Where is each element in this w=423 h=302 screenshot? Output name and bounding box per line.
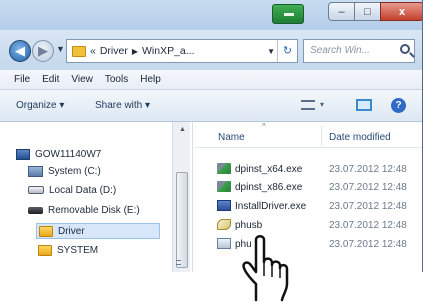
nav-item-computer[interactable]: GOW11140W7 xyxy=(16,146,101,162)
file-row[interactable]: InstallDriver.exe 23.07.2012 12:48 xyxy=(194,197,422,215)
pointing-hand-icon xyxy=(242,235,289,302)
refresh-button[interactable]: ↻ xyxy=(277,40,297,62)
usb-drive-icon xyxy=(28,206,43,214)
nav-item-label: System (C:) xyxy=(48,165,101,177)
search-input[interactable]: Search Win... xyxy=(303,39,415,63)
file-name: dpinst_x64.exe xyxy=(235,164,303,175)
nav-item-removable-disk-e[interactable]: Removable Disk (E:) xyxy=(28,202,140,218)
taskbar-green-button[interactable] xyxy=(272,4,304,24)
back-button[interactable]: ◀ xyxy=(9,40,31,62)
maximize-button[interactable]: □ xyxy=(354,2,381,21)
generic-file-icon xyxy=(217,238,231,249)
menu-bar: File Edit View Tools Help xyxy=(0,70,422,90)
exe-icon xyxy=(217,181,231,192)
nav-item-system-folder[interactable]: SYSTEM xyxy=(38,242,98,258)
catalog-icon xyxy=(217,219,231,230)
search-placeholder: Search Win... xyxy=(310,45,370,56)
system-drive-icon xyxy=(28,165,43,177)
menu-tools[interactable]: Tools xyxy=(105,74,128,85)
scrollbar-thumb[interactable] xyxy=(176,172,188,268)
view-options-icon[interactable] xyxy=(301,100,315,110)
scroll-up-arrow-icon[interactable]: ▲ xyxy=(179,126,186,133)
explorer-window: – □ x ◀ ▶ ▼ « Driver ▶ WinXP_a... ▼ ↻ Se… xyxy=(0,0,423,272)
local-drive-icon xyxy=(28,186,44,194)
share-with-button[interactable]: Share with ▾ xyxy=(95,100,150,111)
nav-pane-scrollbar[interactable]: ▲ xyxy=(172,122,190,272)
address-dropdown-icon[interactable]: ▼ xyxy=(267,47,275,56)
scrollbar-grip-icon xyxy=(176,260,181,265)
navigation-pane: GOW11140W7 System (C:) Local Data (D:) R… xyxy=(0,122,193,272)
file-name: InstallDriver.exe xyxy=(235,201,307,212)
file-row[interactable]: dpinst_x86.exe 23.07.2012 12:48 xyxy=(194,178,422,196)
sort-ascending-icon: ^ xyxy=(262,122,266,131)
breadcrumb-driver[interactable]: Driver xyxy=(100,45,128,57)
menu-help[interactable]: Help xyxy=(140,74,161,85)
search-icon[interactable] xyxy=(400,44,410,54)
file-date: 23.07.2012 12:48 xyxy=(329,164,407,175)
column-divider[interactable] xyxy=(321,126,322,146)
minimize-button[interactable]: – xyxy=(328,2,355,21)
address-overflow[interactable]: « xyxy=(90,45,96,57)
forward-button[interactable]: ▶ xyxy=(32,40,54,62)
breadcrumb-winxp[interactable]: WinXP_a... xyxy=(142,45,195,57)
file-row[interactable]: phu 23.07.2012 12:48 xyxy=(194,235,422,253)
file-date: 23.07.2012 12:48 xyxy=(329,220,407,231)
nav-item-driver[interactable]: Driver xyxy=(36,223,160,239)
nav-item-label: SYSTEM xyxy=(57,244,99,256)
organize-button[interactable]: Organize ▾ xyxy=(16,100,64,111)
nav-item-label: GOW11140W7 xyxy=(35,148,102,160)
column-header-row: ^ Name Date modified xyxy=(194,122,422,148)
view-dropdown-icon[interactable]: ▾ xyxy=(320,100,324,109)
address-row: ◀ ▶ ▼ « Driver ▶ WinXP_a... ▼ ↻ Search W… xyxy=(0,30,422,70)
recent-pages-dropdown-icon[interactable]: ▼ xyxy=(56,44,65,54)
menu-view[interactable]: View xyxy=(71,74,93,85)
command-bar: Organize ▾ Share with ▾ ▾ ? xyxy=(0,90,422,122)
column-header-name[interactable]: Name xyxy=(218,132,245,143)
help-button[interactable]: ? xyxy=(391,98,406,113)
folder-icon xyxy=(38,244,52,256)
close-button[interactable]: x xyxy=(380,2,422,21)
title-bar[interactable]: – □ x xyxy=(0,0,422,30)
file-list: ^ Name Date modified dpinst_x64.exe 23.0… xyxy=(194,122,422,272)
file-date: 23.07.2012 12:48 xyxy=(329,201,407,212)
menu-edit[interactable]: Edit xyxy=(42,74,59,85)
breadcrumb-separator-icon[interactable]: ▶ xyxy=(132,47,138,56)
menu-file[interactable]: File xyxy=(14,74,30,85)
folder-icon xyxy=(72,45,86,57)
nav-item-local-data-d[interactable]: Local Data (D:) xyxy=(28,182,116,198)
file-date: 23.07.2012 12:48 xyxy=(329,182,407,193)
file-date: 23.07.2012 12:48 xyxy=(329,239,407,250)
preview-pane-icon[interactable] xyxy=(356,99,372,111)
installer-icon xyxy=(217,200,231,211)
file-row[interactable]: phusb 23.07.2012 12:48 xyxy=(194,216,422,234)
nav-item-label: Driver xyxy=(58,225,85,237)
file-name: dpinst_x86.exe xyxy=(235,182,303,193)
folder-icon xyxy=(39,225,53,237)
computer-icon xyxy=(16,148,30,160)
file-name: phusb xyxy=(235,220,263,231)
file-row[interactable]: dpinst_x64.exe 23.07.2012 12:48 xyxy=(194,160,422,178)
nav-item-label: Local Data (D:) xyxy=(49,184,117,196)
nav-item-label: Removable Disk (E:) xyxy=(48,204,140,216)
column-header-date-modified[interactable]: Date modified xyxy=(329,132,391,143)
address-bar[interactable]: « Driver ▶ WinXP_a... ▼ ↻ xyxy=(66,39,298,63)
exe-icon xyxy=(217,163,231,174)
nav-item-system-c[interactable]: System (C:) xyxy=(28,163,101,179)
